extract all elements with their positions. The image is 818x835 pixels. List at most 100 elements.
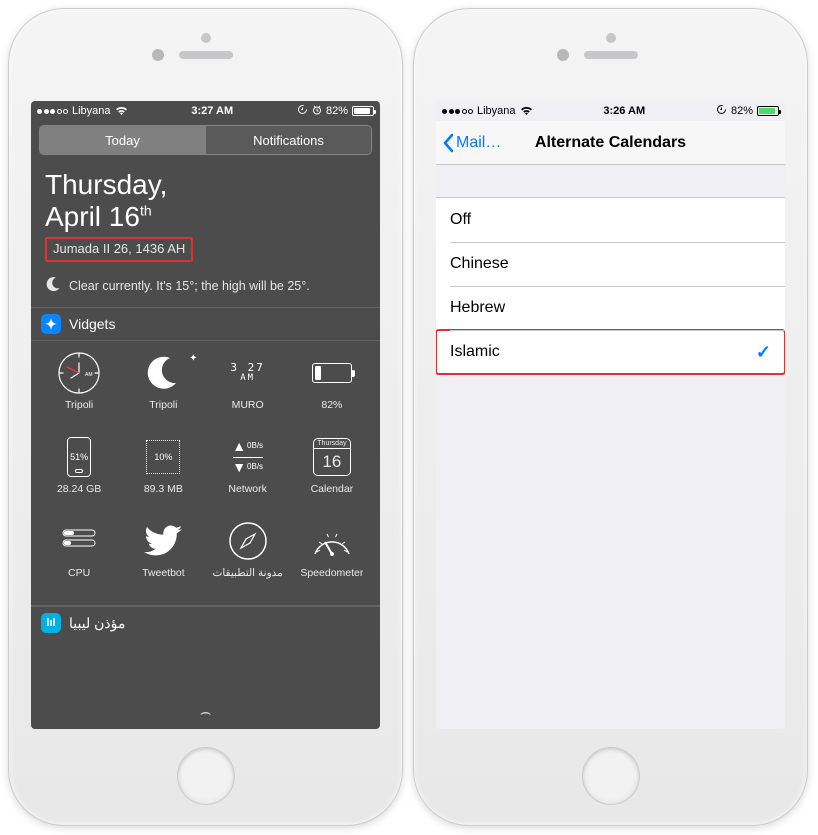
- muathen-app-icon: lıl: [41, 613, 61, 633]
- analog-clock-icon: AM: [57, 351, 101, 395]
- phone-speaker: [584, 51, 638, 59]
- widget-moon-tripoli[interactable]: ✦ Tripoli: [123, 349, 203, 427]
- widget-speedometer[interactable]: Speedometer: [292, 517, 372, 595]
- option-islamic[interactable]: Islamic ✓: [436, 330, 785, 374]
- widget-label: 82%: [321, 399, 342, 411]
- clock-ampm-label: AM: [85, 372, 93, 378]
- rotation-lock-icon: [297, 104, 308, 118]
- date-monthday-text: April 16: [45, 201, 140, 232]
- phone-sensor: [201, 33, 211, 43]
- back-button[interactable]: Mail…: [436, 133, 501, 153]
- widget-cpu[interactable]: CPU: [39, 517, 119, 595]
- widget-appblog[interactable]: مدونة التطبيقات: [208, 517, 288, 595]
- date-monthday: April 16th: [45, 201, 366, 233]
- wifi-icon: [115, 106, 128, 116]
- widget-section-title: Vidgets: [69, 316, 115, 332]
- widget-storage[interactable]: 51% 28.24 GB: [39, 433, 119, 511]
- status-bar: Libyana 3:26 AM 82%: [436, 101, 785, 121]
- network-arrows-icon: ▲0B/s ▼0B/s: [232, 439, 263, 475]
- status-bar: Libyana 3:27 AM 82%: [31, 101, 380, 121]
- widget-label: 28.24 GB: [57, 483, 101, 495]
- compass-icon: [208, 517, 288, 565]
- chevron-left-icon: [442, 133, 454, 153]
- signal-dots-icon: [37, 109, 68, 114]
- battery-icon: [757, 106, 779, 116]
- widget-label: MURO: [232, 399, 264, 411]
- widget-clock-tripoli[interactable]: AM Tripoli: [39, 349, 119, 427]
- widget-digital-time[interactable]: 3 27 AM MURO: [208, 349, 288, 427]
- rotation-lock-icon: [716, 104, 727, 118]
- device-inner-pct: 51%: [70, 452, 88, 462]
- widget-section-header[interactable]: ✦ Vidgets: [31, 307, 380, 340]
- widget-label: Tripoli: [149, 399, 177, 411]
- nav-bar: Mail… Alternate Calendars: [436, 121, 785, 165]
- net-down: 0B/s: [247, 463, 263, 472]
- phone-speaker: [179, 51, 233, 59]
- alarm-icon: [312, 105, 322, 118]
- digital-time-bot: AM: [230, 374, 265, 384]
- cpu-bars-icon: [39, 517, 119, 565]
- calendar-icon: Thursday 16: [313, 438, 351, 476]
- widget-label: Tweetbot: [142, 567, 185, 579]
- battery-large-icon: [292, 349, 372, 397]
- alt-date: Jumada II 26, 1436 AH: [53, 241, 185, 256]
- carrier-label: Libyana: [72, 105, 111, 117]
- option-label: Off: [450, 211, 471, 229]
- option-label: Chinese: [450, 255, 509, 273]
- alt-date-highlight: Jumada II 26, 1436 AH: [45, 237, 193, 262]
- today-view-screen: Libyana 3:27 AM 82%: [31, 101, 380, 729]
- tab-today[interactable]: Today: [40, 126, 205, 154]
- settings-screen: Libyana 3:26 AM 82% Mail…: [436, 101, 785, 729]
- widget-network[interactable]: ▲0B/s ▼0B/s Network: [208, 433, 288, 511]
- widget-tweetbot[interactable]: Tweetbot: [123, 517, 203, 595]
- chip-inner-pct: 10%: [154, 452, 172, 462]
- device-icon: 51%: [67, 437, 91, 477]
- home-button[interactable]: [582, 747, 640, 805]
- widget-calendar[interactable]: Thursday 16 Calendar: [292, 433, 372, 511]
- date-ordinal: th: [140, 203, 152, 219]
- widget-label: Speedometer: [300, 567, 363, 579]
- weather-text: Clear currently. It's 15°; the high will…: [69, 279, 310, 293]
- option-chinese[interactable]: Chinese: [436, 242, 785, 286]
- crescent-moon-icon: ✦: [123, 349, 203, 397]
- nav-title: Alternate Calendars: [535, 134, 686, 152]
- phone-camera: [557, 49, 569, 61]
- widget-label: مدونة التطبيقات: [212, 567, 282, 579]
- carrier-label: Libyana: [477, 105, 516, 117]
- option-label: Hebrew: [450, 299, 505, 317]
- iphone-right: Libyana 3:26 AM 82% Mail…: [413, 8, 808, 826]
- weather-summary: Clear currently. It's 15°; the high will…: [31, 262, 380, 307]
- widget-label: CPU: [68, 567, 90, 579]
- widget-label: Network: [228, 483, 267, 495]
- battery-icon: [352, 106, 374, 116]
- option-label: Islamic: [450, 343, 500, 361]
- cal-daynum: 16: [314, 449, 350, 475]
- option-hebrew[interactable]: Hebrew: [436, 286, 785, 330]
- widget-muathen-header[interactable]: lıl مؤذن ليبيا: [31, 606, 380, 639]
- option-off[interactable]: Off: [436, 198, 785, 242]
- home-button[interactable]: [177, 747, 235, 805]
- date-block: Thursday, April 16th Jumada II 26, 1436 …: [45, 169, 366, 262]
- checkmark-icon: ✓: [756, 342, 771, 363]
- tab-notifications[interactable]: Notifications: [205, 126, 371, 154]
- cal-dayname: Thursday: [314, 439, 350, 449]
- digital-clock-icon: 3 27 AM: [208, 349, 288, 397]
- back-label: Mail…: [456, 134, 501, 152]
- phone-sensor: [606, 33, 616, 43]
- widget-muathen-title: مؤذن ليبيا: [69, 615, 125, 632]
- calendar-options-list: Off Chinese Hebrew Islamic ✓: [436, 197, 785, 375]
- battery-pct: 82%: [326, 105, 348, 117]
- net-up: 0B/s: [247, 442, 263, 451]
- grabber-handle-icon[interactable]: ⌢: [200, 702, 212, 723]
- widget-battery-pct[interactable]: 82%: [292, 349, 372, 427]
- vidgets-app-icon: ✦: [41, 314, 61, 334]
- iphone-left: Libyana 3:27 AM 82%: [8, 8, 403, 826]
- moon-icon: [45, 276, 61, 295]
- widget-ram[interactable]: 10% 89.3 MB: [123, 433, 203, 511]
- twitter-bird-icon: [123, 517, 203, 565]
- signal-dots-icon: [442, 109, 473, 114]
- status-time: 3:27 AM: [191, 105, 233, 117]
- segmented-control: Today Notifications: [39, 125, 372, 155]
- widget-label: Tripoli: [65, 399, 93, 411]
- chip-icon: 10%: [146, 440, 180, 474]
